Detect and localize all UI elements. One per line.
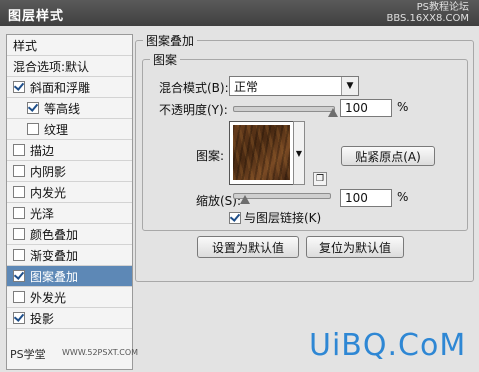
- watermark-bottom-mid: WWW.52PSXT.COM: [62, 348, 139, 357]
- sidebar-item-texture[interactable]: 纹理: [7, 119, 132, 140]
- sidebar-item-label: 纹理: [44, 122, 69, 137]
- sidebar-item-stroke[interactable]: 描边: [7, 140, 132, 161]
- sidebar-item-label: 投影: [30, 311, 55, 326]
- snap-origin-button[interactable]: 贴紧原点(A): [341, 146, 435, 166]
- scale-slider-thumb[interactable]: [240, 195, 251, 204]
- bevel-emboss-checkbox[interactable]: [13, 81, 25, 93]
- gradient-overlay-checkbox[interactable]: [13, 249, 25, 261]
- sidebar-item-label: 渐变叠加: [30, 248, 79, 263]
- opacity-slider[interactable]: [233, 106, 335, 112]
- sidebar-item-label: 内发光: [30, 185, 67, 200]
- drop-shadow-checkbox[interactable]: [13, 312, 25, 324]
- opacity-slider-thumb[interactable]: [328, 108, 338, 117]
- sidebar-item-styles[interactable]: 样式: [7, 35, 132, 56]
- sidebar-item-color-overlay[interactable]: 颜色叠加: [7, 224, 132, 245]
- link-with-layer-label: 与图层链接(K): [244, 211, 322, 225]
- pattern-dropdown[interactable]: ▼: [293, 121, 305, 185]
- opacity-input[interactable]: 100: [340, 99, 392, 117]
- scale-input[interactable]: 100: [340, 189, 392, 207]
- outer-glow-checkbox[interactable]: [13, 291, 25, 303]
- section-title: 图案: [150, 51, 181, 68]
- blend-mode-value: 正常: [234, 79, 259, 94]
- set-default-button[interactable]: 设置为默认值: [197, 236, 299, 258]
- satin-checkbox[interactable]: [13, 207, 25, 219]
- watermark-top-line2: BBS.16XX8.COM: [386, 13, 469, 24]
- dialog-body: 样式 混合选项:默认 斜面和浮雕 等高线 纹理 描边 内阴影 内发光 光泽 颜色…: [0, 26, 479, 372]
- sidebar-item-label: 内阴影: [30, 164, 67, 179]
- sidebar-item-bevel-emboss[interactable]: 斜面和浮雕: [7, 77, 132, 98]
- blend-mode-label: 混合模式(B):: [159, 81, 229, 95]
- sidebar-item-label: 等高线: [44, 101, 81, 116]
- blend-mode-select[interactable]: 正常 ▼: [229, 76, 359, 96]
- group-title: 图案叠加: [143, 32, 198, 49]
- sidebar-item-label: 颜色叠加: [30, 227, 79, 242]
- color-overlay-checkbox[interactable]: [13, 228, 25, 240]
- scale-unit: %: [397, 190, 409, 204]
- sidebar-item-satin[interactable]: 光泽: [7, 203, 132, 224]
- watermark-top-line1: PS教程论坛: [416, 2, 469, 13]
- sidebar-item-blending-options[interactable]: 混合选项:默认: [7, 56, 132, 77]
- opacity-label: 不透明度(Y):: [159, 103, 228, 117]
- stroke-checkbox[interactable]: [13, 144, 25, 156]
- wood-texture-icon: [233, 125, 290, 180]
- link-with-layer-row[interactable]: 与图层链接(K): [229, 209, 321, 226]
- sidebar-item-label: 光泽: [30, 206, 55, 221]
- opacity-unit: %: [397, 100, 409, 114]
- sidebar-item-contour[interactable]: 等高线: [7, 98, 132, 119]
- window-title: 图层样式: [8, 9, 65, 24]
- sidebar-item-label: 描边: [30, 143, 55, 158]
- link-with-layer-checkbox[interactable]: [229, 211, 241, 224]
- inner-glow-checkbox[interactable]: [13, 186, 25, 198]
- sidebar-item-drop-shadow[interactable]: 投影: [7, 308, 132, 329]
- watermark-bottom-right: UiBQ.CoM: [309, 328, 467, 363]
- title-bar: 图层样式 PS教程论坛 BBS.16XX8.COM: [0, 0, 479, 27]
- new-preset-icon[interactable]: ❐: [313, 172, 327, 186]
- chevron-down-icon: ▼: [341, 77, 358, 95]
- sidebar-item-label: 混合选项:默认: [13, 59, 90, 74]
- texture-checkbox[interactable]: [27, 123, 39, 135]
- reset-default-button[interactable]: 复位为默认值: [306, 236, 404, 258]
- pattern-label: 图案:: [196, 149, 225, 163]
- watermark-top: PS教程论坛 BBS.16XX8.COM: [386, 2, 469, 24]
- pattern-overlay-checkbox[interactable]: [13, 270, 25, 282]
- sidebar-item-pattern-overlay[interactable]: 图案叠加: [7, 266, 132, 287]
- sidebar-item-outer-glow[interactable]: 外发光: [7, 287, 132, 308]
- sidebar-item-label: 图案叠加: [30, 269, 79, 284]
- sidebar-item-label: 外发光: [30, 290, 67, 305]
- sidebar-item-label: 斜面和浮雕: [30, 80, 91, 95]
- contour-checkbox[interactable]: [27, 102, 39, 114]
- inner-shadow-checkbox[interactable]: [13, 165, 25, 177]
- watermark-bottom-left: PS学堂: [10, 348, 46, 361]
- chevron-down-icon: ▼: [295, 148, 303, 158]
- style-list: 样式 混合选项:默认 斜面和浮雕 等高线 纹理 描边 内阴影 内发光 光泽 颜色…: [6, 34, 133, 370]
- sidebar-item-gradient-overlay[interactable]: 渐变叠加: [7, 245, 132, 266]
- sidebar-item-inner-shadow[interactable]: 内阴影: [7, 161, 132, 182]
- sidebar-item-inner-glow[interactable]: 内发光: [7, 182, 132, 203]
- pattern-picker[interactable]: [229, 121, 295, 185]
- sidebar-item-label: 样式: [13, 38, 38, 53]
